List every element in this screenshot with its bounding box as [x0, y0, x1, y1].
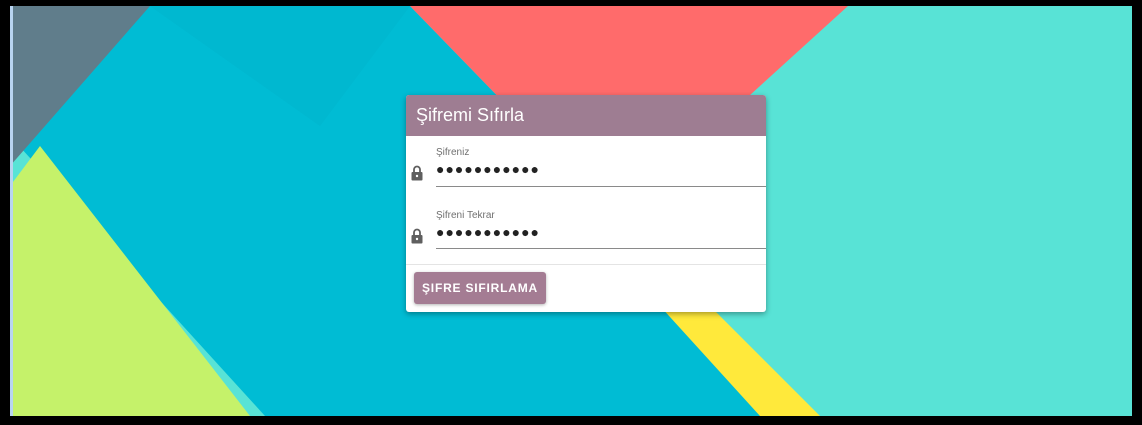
- password-field[interactable]: Şifreniz ●●●●●●●●●●●: [406, 147, 766, 195]
- card-title: Şifremi Sıfırla: [406, 95, 766, 136]
- password-input[interactable]: ●●●●●●●●●●●: [436, 161, 540, 177]
- lock-icon: [411, 228, 423, 244]
- password-repeat-field[interactable]: Şifreni Tekrar ●●●●●●●●●●●: [406, 210, 766, 258]
- lock-icon: [411, 165, 423, 181]
- password-repeat-input[interactable]: ●●●●●●●●●●●: [436, 224, 540, 240]
- viewport-left-edge: [10, 6, 13, 416]
- reset-password-card: Şifremi Sıfırla Şifreniz ●●●●●●●●●●● Şif…: [406, 95, 766, 312]
- password-label: Şifreniz: [436, 147, 470, 158]
- password-repeat-label: Şifreni Tekrar: [436, 210, 495, 221]
- password-repeat-underline: [436, 248, 766, 249]
- reset-password-button[interactable]: ŞIFRE SIFIRLAMA: [414, 272, 546, 304]
- password-underline: [436, 186, 766, 187]
- page-viewport: Şifremi Sıfırla Şifreniz ●●●●●●●●●●● Şif…: [10, 6, 1132, 416]
- card-divider: [406, 264, 766, 265]
